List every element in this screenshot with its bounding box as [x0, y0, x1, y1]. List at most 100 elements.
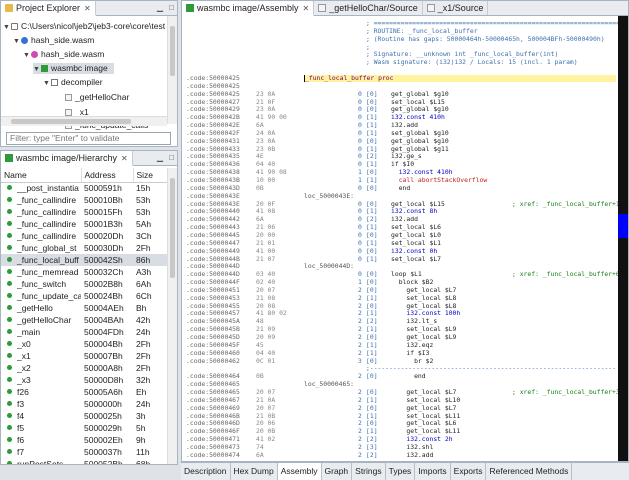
line-depth: 3 [358, 356, 362, 365]
table-row[interactable]: runPostSets 500052Bh 68h [1, 458, 171, 464]
minimize-icon[interactable]: ▁ [157, 153, 163, 162]
maximize-icon[interactable]: □ [169, 153, 174, 162]
line-bytes: 20 09 [256, 333, 276, 341]
column-header-address[interactable]: Address [81, 168, 134, 183]
column-header-size[interactable]: Size [133, 168, 171, 183]
editor-tabbar: wasmbc image/Assembly ✕ _getHelloChar/Sou… [182, 1, 628, 16]
table-row[interactable]: _func_callindire 500020Dh 3Ch [1, 230, 171, 242]
table-row[interactable]: f7 5000037h 11h [1, 446, 171, 458]
table-row[interactable]: _func_callindire 50001B3h 5Ah [1, 218, 171, 230]
table-row[interactable]: _getHelloChar 50004BAh 42h [1, 314, 171, 326]
scroll-thumb[interactable] [11, 119, 131, 124]
tree-item-decompiler[interactable]: ▼ decompiler [43, 77, 103, 88]
line-stack: [1] [366, 254, 378, 263]
tree-hscrollbar[interactable] [1, 116, 167, 126]
table-row[interactable]: _func_switch 50002B8h 6Ah [1, 278, 171, 290]
chevron-down-icon[interactable]: ▼ [23, 50, 31, 61]
bottom-tab[interactable]: Hex Dump [231, 463, 278, 480]
line-address: .code:50000469 [186, 403, 240, 412]
line-stack: [0] [366, 403, 378, 412]
row-address: 5000025h [84, 411, 122, 421]
table-row[interactable]: _x1 500007Bh 2Fh [1, 350, 171, 362]
instruction: i32.add [391, 121, 418, 130]
bottom-tab[interactable]: Description [181, 463, 231, 480]
maximize-icon[interactable]: □ [169, 3, 174, 12]
table-row[interactable]: f4 5000025h 3h [1, 410, 171, 422]
table-row[interactable]: f26 50005A6h Eh [1, 386, 171, 398]
tree-item-wasm-unit[interactable]: ▼ hash_side.wasm [23, 49, 104, 60]
assembly-code-view[interactable]: ; ======================================… [182, 16, 618, 461]
close-icon[interactable]: ✕ [303, 4, 310, 13]
table-row[interactable]: f3 5000000h 24h [1, 398, 171, 410]
instruction: get_local $L7 [391, 403, 457, 412]
row-address: 50005A6h [84, 387, 123, 397]
line-address: .code:50000465 [186, 387, 240, 396]
table-row[interactable]: _main 50004FDh 24h [1, 326, 171, 338]
decompiler-icon [51, 79, 58, 86]
method-icon [7, 425, 12, 430]
bottom-tab[interactable]: Types [386, 463, 416, 480]
row-address: 5000591h [84, 183, 122, 194]
row-size: 11h [136, 447, 150, 457]
close-icon[interactable]: ✕ [121, 154, 128, 163]
tab-project-explorer[interactable]: Project Explorer ✕ [1, 1, 96, 16]
table-row[interactable]: _func_local_buff 500042Sh 86h [1, 254, 171, 266]
table-row[interactable]: _x0 500004Bh 2Fh [1, 338, 171, 350]
bottom-tab[interactable]: Strings [352, 463, 386, 480]
table-row[interactable]: _func_global_st 500030Dh 2Fh [1, 242, 171, 254]
table-row[interactable]: _func_callindire 500010Bh 53h [1, 194, 171, 206]
column-header-name[interactable]: Name [1, 168, 82, 183]
chevron-down-icon[interactable]: ▼ [13, 36, 21, 47]
bottom-tab[interactable]: Assembly [277, 463, 322, 480]
bottom-tab[interactable]: Imports [415, 463, 451, 480]
tab-gethellochar-source[interactable]: _getHelloChar/Source [314, 1, 423, 15]
hierarchy-vscrollbar[interactable] [167, 168, 177, 464]
tree-item-wasmbc-image[interactable]: ▼ wasmbc image [33, 63, 114, 74]
instruction: if $I3 [391, 348, 430, 357]
chevron-down-icon[interactable]: ▼ [3, 22, 11, 33]
overview-marker [618, 214, 628, 238]
bottom-tab[interactable]: Graph [322, 463, 353, 480]
tree-item-wasm-artifact[interactable]: ▼ hash_side.wasm [13, 35, 94, 46]
tab-x1-source[interactable]: _x1/Source [423, 1, 489, 15]
line-depth: 0 [358, 230, 362, 239]
table-row[interactable]: _x3 50000D8h 32h [1, 374, 171, 386]
table-row[interactable]: _func_update_ca 500024Bh 6Ch [1, 290, 171, 302]
scroll-thumb[interactable] [170, 26, 175, 76]
row-address: 500024Bh [84, 291, 123, 301]
table-row[interactable]: f5 5000029h 5h [1, 422, 171, 434]
chevron-down-icon[interactable]: ▼ [33, 64, 41, 75]
code-comment: ; Wasm signature: (i32)i32 / Locals: 15 … [366, 58, 578, 67]
bottom-tab[interactable]: Referenced Methods [486, 463, 573, 480]
line-depth: 2 [358, 285, 362, 294]
row-name: _func_callindire [1, 194, 81, 206]
table-row[interactable]: _func_callindire 500015Fh 53h [1, 206, 171, 218]
tab-assembly[interactable]: wasmbc image/Assembly ✕ [182, 1, 315, 16]
hierarchy-rows: __post_instantia 5000591h 15h _func_callind… [1, 182, 171, 464]
line-stack: [0] [366, 183, 378, 192]
bottom-tab[interactable]: Exports [451, 463, 487, 480]
table-row[interactable]: _getHello 50004AEh Bh [1, 302, 171, 314]
tree-item-path[interactable]: ▼ C:\Users\nicol\jeb2\jeb3-core\core\test [3, 21, 165, 32]
line-bytes: 20 07 [256, 387, 276, 396]
tree-vscrollbar[interactable] [167, 16, 177, 124]
tree-item-source[interactable]: _getHelloChar [65, 92, 129, 103]
instruction: end [391, 372, 426, 381]
close-icon[interactable]: ✕ [84, 4, 91, 13]
tab-hierarchy[interactable]: wasmbc image/Hierarchy ✕ [1, 151, 133, 166]
line-stack: [0] [366, 285, 378, 294]
folder-icon [5, 4, 13, 12]
table-row[interactable]: _x2 50000A8h 2Fh [1, 362, 171, 374]
filter-input[interactable]: Filter: type "Enter" to validate [6, 132, 171, 145]
table-row[interactable]: f6 500002Eh 9h [1, 434, 171, 446]
overview-bar[interactable] [618, 16, 628, 461]
line-stack: [1] [366, 121, 378, 130]
chevron-down-icon[interactable]: ▼ [43, 78, 51, 89]
scroll-thumb[interactable] [170, 178, 175, 278]
row-name: f4 [1, 410, 81, 422]
table-row[interactable]: __post_instantia 5000591h 15h [1, 182, 171, 194]
table-row[interactable]: _func_memread 500032Ch A3h [1, 266, 171, 278]
image-icon [41, 65, 48, 72]
line-stack: [0] [366, 387, 378, 396]
minimize-icon[interactable]: ▁ [157, 3, 163, 12]
